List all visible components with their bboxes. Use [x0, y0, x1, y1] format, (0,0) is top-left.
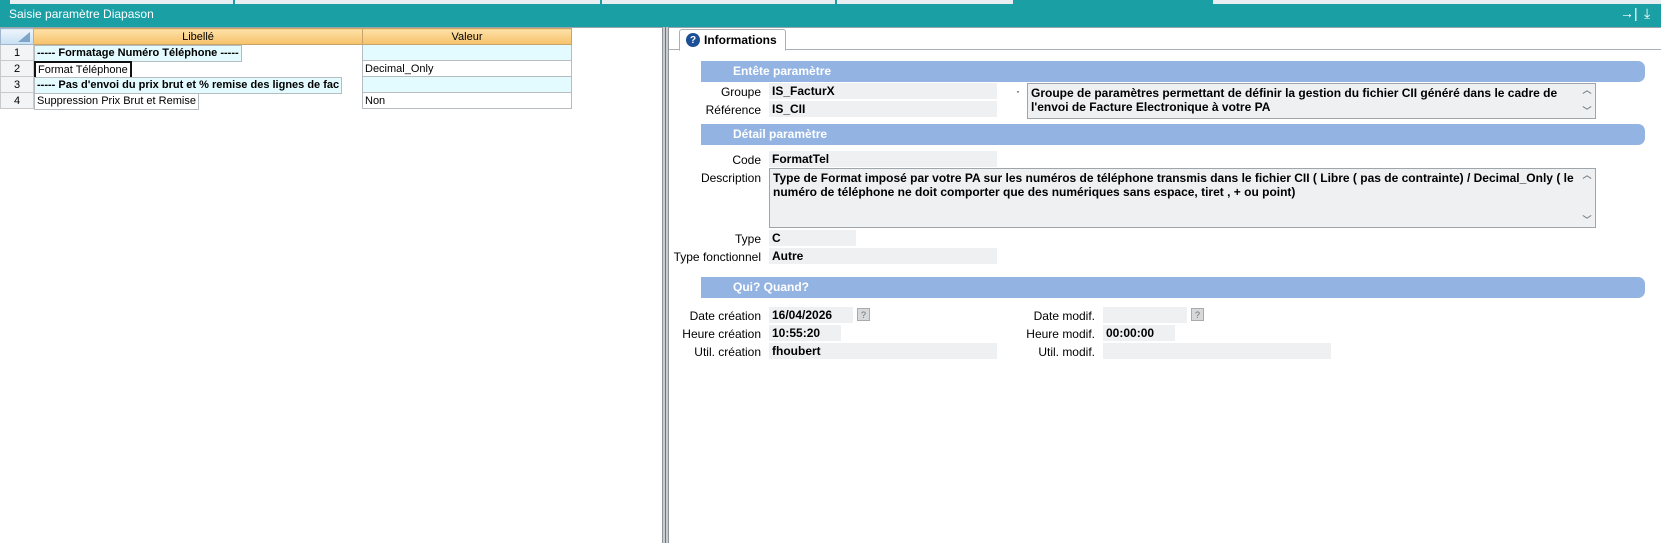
code-label: Code [732, 153, 761, 167]
row-number: 4 [0, 92, 34, 109]
groupe-description-text: Groupe de paramètres permettant de défin… [1031, 86, 1558, 114]
util-creation-field[interactable]: fhoubert [769, 343, 997, 359]
reference-field[interactable]: IS_CII [769, 101, 997, 117]
date-creation-field[interactable]: 16/04/2026 [769, 307, 853, 323]
row-label[interactable]: ----- Formatage Numéro Téléphone ----- [34, 45, 242, 62]
type-fonctionnel-label: Type fonctionnel [673, 250, 761, 264]
memo-scrollbar[interactable]: ︿ ﹀ [1581, 86, 1593, 116]
scroll-down-icon: ﹀ [1582, 215, 1592, 225]
scroll-up-icon: ︿ [1582, 85, 1592, 95]
date-modif-label: Date modif. [1033, 309, 1095, 323]
date-creation-label: Date création [689, 309, 761, 323]
util-modif-label: Util. modif. [1038, 345, 1095, 359]
groupe-label: Groupe [720, 85, 761, 99]
grid-header-row: Libellé Valeur [0, 28, 572, 45]
table-row[interactable]: 2 Format Téléphone Decimal_Only [0, 60, 572, 80]
type-fonctionnel-field[interactable]: Autre [769, 248, 997, 264]
date-modif-field[interactable] [1103, 307, 1187, 323]
scroll-up-icon: ︿ [1582, 170, 1592, 180]
window-titlebar: Saisie paramètre Diapason →| ⤓ [0, 0, 1661, 27]
tab-label: Informations [704, 33, 777, 47]
heure-modif-field[interactable]: 00:00:00 [1103, 325, 1175, 341]
corner-triangle-icon [18, 32, 30, 42]
row-value[interactable]: Non [362, 92, 572, 109]
top-tab-strip [0, 0, 1661, 4]
row-value[interactable]: Decimal_Only [362, 60, 572, 77]
row-label[interactable]: ----- Pas d'envoi du prix brut et % remi… [34, 76, 343, 94]
info-icon: ? [686, 33, 700, 47]
type-field[interactable]: C [769, 230, 856, 246]
column-header-valeur[interactable]: Valeur [362, 28, 572, 45]
util-creation-label: Util. création [694, 345, 761, 359]
scroll-down-icon: ﹀ [1582, 106, 1592, 116]
util-modif-field[interactable] [1103, 343, 1331, 359]
heure-modif-label: Heure modif. [1026, 327, 1095, 341]
row-value[interactable] [362, 44, 572, 61]
row-number: 1 [0, 44, 34, 61]
download-icon[interactable]: ⤓ [1644, 6, 1650, 20]
groupe-description-memo[interactable]: Groupe de paramètres permettant de défin… [1027, 83, 1596, 119]
type-label: Type [734, 232, 761, 246]
grid-select-all-corner[interactable] [0, 28, 34, 45]
section-header-entete: Entête paramètre [701, 61, 1645, 82]
pin-right-icon[interactable]: →| [1620, 6, 1638, 20]
section-header-qui-quand: Qui? Quand? [701, 277, 1645, 298]
code-field[interactable]: FormatTel [769, 151, 997, 167]
table-row[interactable]: 4 Suppression Prix Brut et Remise Non [0, 92, 572, 110]
memo-scrollbar[interactable]: ︿ ﹀ [1581, 171, 1593, 225]
row-value[interactable] [362, 76, 572, 93]
parameter-grid-pane: Libellé Valeur 1 ----- Formatage Numéro … [0, 27, 662, 544]
row-number: 2 [0, 60, 34, 77]
groupe-field[interactable]: IS_FacturX [769, 83, 997, 99]
reference-label: Référence [705, 103, 761, 117]
detail-pane: ? Informations Entête paramètre Groupe I… [669, 27, 1661, 544]
description-label: Description [700, 171, 761, 185]
row-label[interactable]: Suppression Prix Brut et Remise [34, 92, 199, 110]
table-row[interactable]: 3 ----- Pas d'envoi du prix brut et % re… [0, 76, 572, 94]
pane-splitter[interactable] [662, 27, 669, 543]
section-header-detail: Détail paramètre [701, 124, 1645, 145]
separator-dot: · [1016, 84, 1020, 98]
description-memo[interactable]: Type de Format imposé par votre PA sur l… [769, 168, 1596, 228]
date-creation-calendar-button[interactable]: ? [857, 308, 870, 321]
description-text: Type de Format imposé par votre PA sur l… [773, 171, 1574, 199]
row-number: 3 [0, 76, 34, 93]
table-row[interactable]: 1 ----- Formatage Numéro Téléphone ----- [0, 44, 572, 62]
date-modif-calendar-button[interactable]: ? [1191, 308, 1204, 321]
column-header-libelle[interactable]: Libellé [33, 28, 363, 45]
heure-creation-field[interactable]: 10:55:20 [769, 325, 841, 341]
window-title: Saisie paramètre Diapason [9, 7, 154, 21]
heure-creation-label: Heure création [682, 327, 761, 341]
tab-bar: ? Informations [669, 28, 1661, 51]
parameter-grid: Libellé Valeur 1 ----- Formatage Numéro … [0, 28, 572, 110]
tab-informations[interactable]: ? Informations [679, 29, 786, 51]
